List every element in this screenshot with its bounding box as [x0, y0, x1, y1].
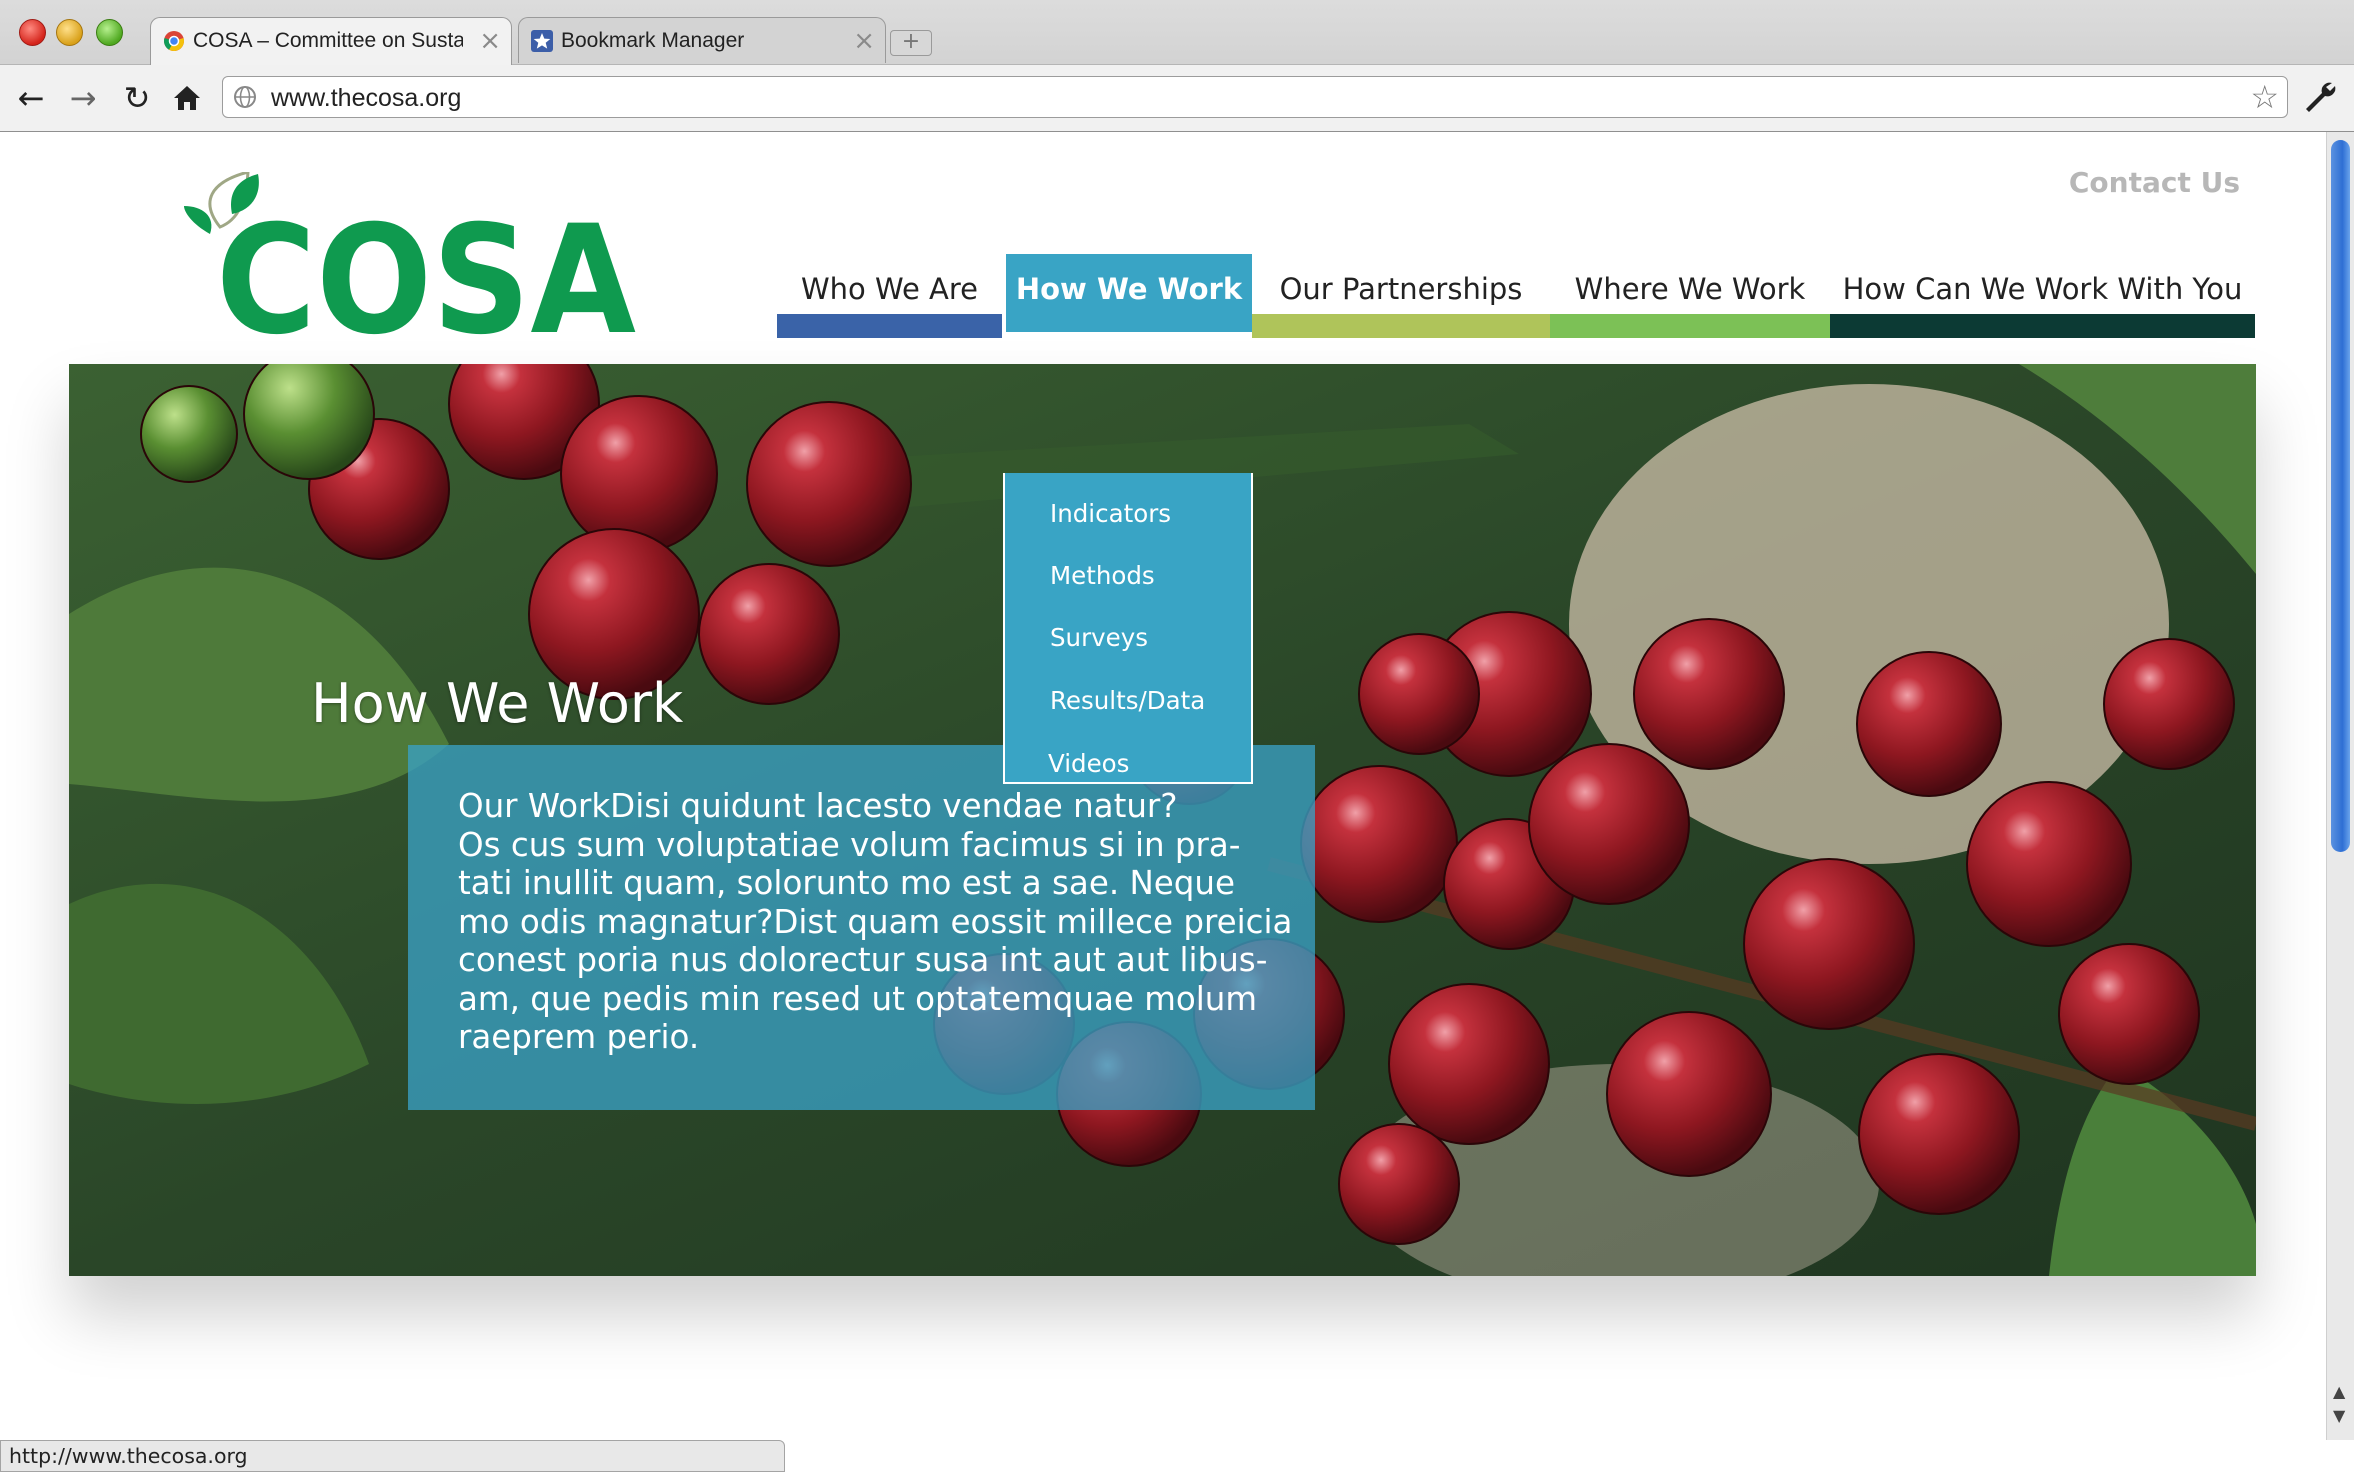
tab-title: Bookmark Manager	[561, 29, 745, 52]
dropdown-item-videos[interactable]: Videos	[1048, 749, 1129, 778]
nav-how-can-we-work-with-you[interactable]: How Can We Work With You	[1830, 262, 2255, 338]
nav-label: How We Work	[1015, 272, 1243, 306]
scrollbar-thumb[interactable]	[2331, 140, 2350, 852]
hero-text-line: tati inullit quam, solorunto mo est a sa…	[458, 864, 1236, 902]
browser-chrome: COSA – Committee on Susta × Bookmark Man…	[0, 0, 2354, 132]
logo-text: COSA	[216, 194, 636, 342]
cosa-logo[interactable]: COSA	[180, 172, 650, 342]
status-url: http://www.thecosa.org	[9, 1444, 248, 1468]
window-zoom-button[interactable]	[96, 19, 123, 46]
dropdown-item-results-data[interactable]: Results/Data	[1050, 686, 1205, 715]
hero-text-line: raeprem perio.	[458, 1018, 700, 1056]
dropdown-item-indicators[interactable]: Indicators	[1050, 499, 1171, 528]
reload-icon[interactable]: ↻	[118, 79, 156, 117]
nav-color-bar	[1252, 314, 1550, 338]
status-bar: http://www.thecosa.org	[0, 1440, 785, 1472]
hero-title: How We Work	[311, 672, 684, 735]
nav-who-we-are[interactable]: Who We Are	[777, 262, 1002, 338]
nav-color-bar	[1550, 314, 1830, 338]
address-bar[interactable]: www.thecosa.org ☆	[222, 76, 2288, 118]
dropdown-item-surveys[interactable]: Surveys	[1050, 623, 1148, 652]
address-url[interactable]: www.thecosa.org	[271, 84, 461, 113]
hero-text-line: mo odis magnatur?Dist quam eossit millec…	[458, 902, 1293, 941]
nav-our-partnerships[interactable]: Our Partnerships	[1252, 262, 1550, 338]
page-bottom	[785, 1440, 2326, 1472]
vertical-scrollbar[interactable]: ▲ ▼	[2326, 132, 2354, 1440]
hero-text-line: Our WorkDisi quidunt lacesto vendae natu…	[458, 787, 1178, 825]
how-we-work-dropdown: Indicators Methods Surveys Results/Data …	[1003, 473, 1253, 784]
window-close-button[interactable]	[19, 19, 46, 46]
hero-text-line: am, que pedis min resed ut optatemquae m…	[458, 979, 1258, 1018]
window-minimize-button[interactable]	[56, 19, 83, 46]
tab-bookmark-manager[interactable]: Bookmark Manager ×	[518, 17, 886, 63]
nav-label: Who We Are	[800, 272, 979, 306]
nav-where-we-work[interactable]: Where We Work	[1550, 262, 1830, 338]
tab-close-icon[interactable]: ×	[479, 26, 501, 56]
browser-toolbar: ← → ↻ www.thecosa.org ☆	[0, 64, 2354, 131]
home-icon[interactable]	[168, 79, 206, 117]
web-page: Contact Us COSA Who We Are How We Work O…	[0, 132, 2326, 1440]
scroll-up-arrow-icon[interactable]: ▲	[2333, 1382, 2345, 1401]
hero-text-line: Os cus sum voluptatiae volum facimus si …	[458, 825, 1241, 864]
nav-label: Our Partnerships	[1279, 272, 1523, 306]
page-globe-icon	[234, 86, 256, 108]
nav-color-bar	[777, 314, 1002, 338]
nav-color-bar	[1830, 314, 2255, 338]
tab-title: COSA – Committee on Susta	[193, 29, 463, 52]
chrome-icon	[164, 31, 184, 52]
contact-us-link[interactable]: Contact Us	[2069, 166, 2240, 199]
nav-label: How Can We Work With You	[1842, 272, 2243, 306]
nav-label: Where We Work	[1574, 272, 1806, 306]
tab-close-icon[interactable]: ×	[853, 26, 875, 56]
forward-arrow-icon[interactable]: →	[64, 79, 102, 117]
hero-body-text: Our WorkDisi quidunt lacesto vendae natu…	[458, 787, 1293, 1057]
wrench-menu-icon[interactable]	[2302, 79, 2338, 115]
tab-cosa[interactable]: COSA – Committee on Susta ×	[150, 17, 512, 65]
new-tab-button[interactable]: +	[890, 30, 932, 56]
hero-text-box: Our WorkDisi quidunt lacesto vendae natu…	[408, 745, 1315, 1110]
hero-text-line: conest poria nus dolorectur susa int aut…	[458, 941, 1268, 979]
dropdown-item-methods[interactable]: Methods	[1050, 561, 1155, 590]
scroll-down-arrow-icon[interactable]: ▼	[2333, 1406, 2345, 1425]
bookmark-star-icon[interactable]: ☆	[2250, 78, 2279, 116]
nav-how-we-work[interactable]: How We Work	[1006, 254, 1252, 332]
back-arrow-icon[interactable]: ←	[12, 79, 50, 117]
bookmark-star-icon	[531, 30, 553, 52]
